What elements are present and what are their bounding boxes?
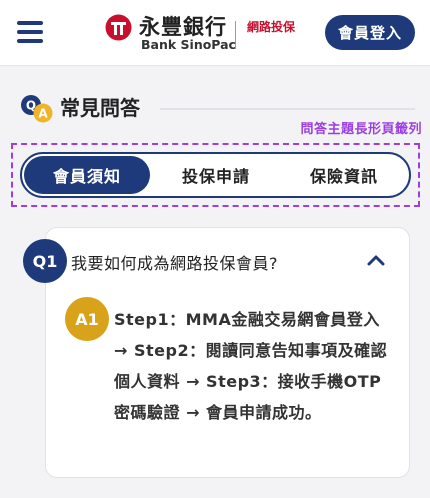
title-divider xyxy=(160,108,415,110)
tab-insurance-info[interactable]: 保險資訊 xyxy=(281,156,407,194)
page-title: 常見問答 xyxy=(60,96,140,120)
faq-topic-tabs: 會員須知 投保申請 保險資訊 xyxy=(20,152,411,198)
logo-name-en: Bank SinoPac xyxy=(141,37,236,52)
answer-badge: A1 xyxy=(65,297,109,341)
svg-text:A: A xyxy=(38,107,48,121)
answer-text: Step1：MMA金融交易網會員登入 → Step2：閱讀同意告知事項及確認個人… xyxy=(114,310,388,422)
question-text[interactable]: 我要如何成為網路投保會員? xyxy=(71,250,278,274)
tab-bar-annotation: 問答主題長形頁籤列 xyxy=(300,122,422,137)
qa-icon: Q A xyxy=(21,95,53,123)
tab-insurance-application[interactable]: 投保申請 xyxy=(153,156,279,194)
question-badge: Q1 xyxy=(23,239,67,283)
site-header: 永豐銀行 Bank SinoPac 網路投保 會員登入 xyxy=(0,0,430,66)
bank-logo[interactable]: 永豐銀行 Bank SinoPac 網路投保 xyxy=(105,12,296,54)
member-login-button[interactable]: 會員登入 xyxy=(325,15,415,50)
logo-subtitle: 網路投保 xyxy=(247,20,296,34)
bank-logo-mark-icon xyxy=(105,14,132,41)
logo-divider xyxy=(235,21,236,49)
chevron-up-icon[interactable] xyxy=(367,254,385,266)
tab-member-notice[interactable]: 會員須知 xyxy=(24,156,150,194)
hamburger-menu-icon[interactable] xyxy=(17,21,43,43)
